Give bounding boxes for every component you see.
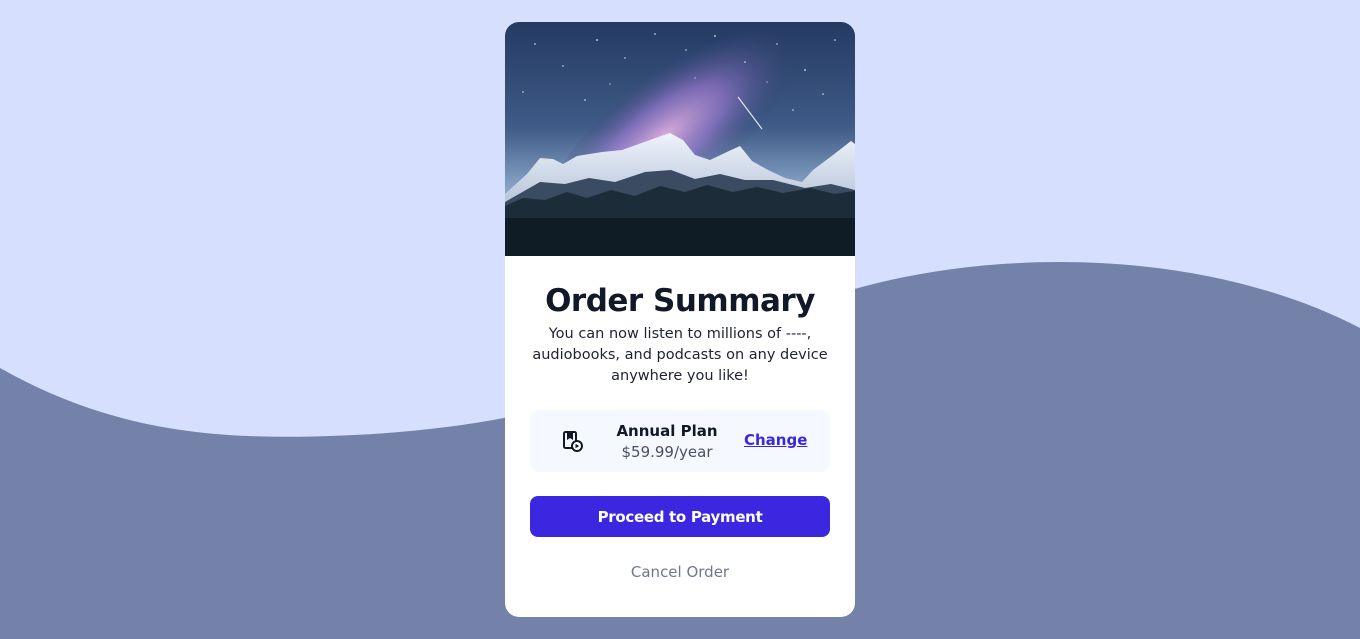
- change-plan-link[interactable]: Change: [744, 431, 807, 449]
- music-icon: [563, 431, 583, 452]
- card-description: You can now listen to millions of ----, …: [532, 326, 828, 384]
- plan-name: Annual Plan: [616, 422, 718, 440]
- cancel-order-button[interactable]: Cancel Order: [530, 560, 830, 584]
- order-summary-card: Order Summary You can now listen to mill…: [505, 22, 855, 617]
- hero-image: [505, 22, 855, 256]
- page-title: Order Summary: [545, 283, 815, 319]
- plan-summary: Annual Plan $59.99/year Change: [530, 410, 830, 472]
- proceed-to-payment-button[interactable]: Proceed to Payment: [530, 496, 830, 537]
- plan-price: $59.99/year: [621, 443, 713, 461]
